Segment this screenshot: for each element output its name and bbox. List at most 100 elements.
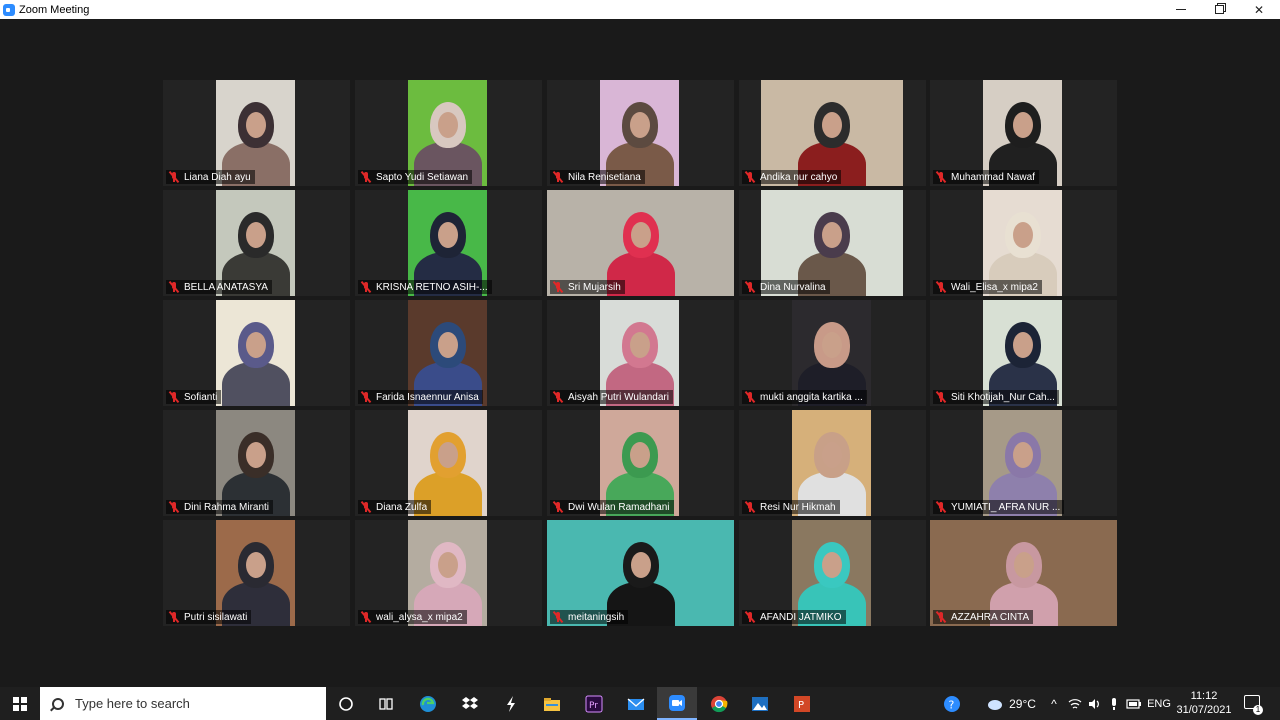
battery-icon	[1126, 698, 1141, 709]
minimize-button[interactable]	[1162, 0, 1200, 19]
participant-tile[interactable]: Sri Mujarsih	[547, 190, 734, 296]
dropbox-button[interactable]	[450, 687, 490, 720]
muted-microphone-icon	[935, 170, 947, 184]
person-face	[1012, 222, 1033, 248]
participant-tile[interactable]: Sapto Yudi Setiawan	[355, 80, 542, 186]
participant-name: Putri sisilawati	[184, 611, 248, 623]
participant-name: Sapto Yudi Setiawan	[376, 171, 469, 183]
participant-name: YUMIATI_ AFRA NUR ...	[951, 501, 1061, 513]
weather-widget[interactable]: 29°C	[982, 687, 1040, 720]
close-button[interactable]: ✕	[1240, 0, 1278, 19]
gallery-view: Liana Diah ayu Sapto Yudi Setiawan Nila Re…	[0, 19, 1280, 687]
chrome-button[interactable]	[699, 687, 739, 720]
participant-name: AFANDI JATMIKO	[760, 611, 842, 623]
person-face	[1012, 332, 1033, 358]
muted-microphone-icon	[168, 390, 180, 404]
microphone-button[interactable]	[1106, 687, 1122, 720]
taskbar-search[interactable]	[40, 687, 326, 720]
person-face	[629, 112, 650, 138]
edge-button[interactable]	[408, 687, 448, 720]
language-indicator[interactable]: ENG	[1146, 687, 1172, 720]
maximize-icon	[1214, 5, 1224, 14]
participant-name-bar: Dini Rahma Miranti	[166, 500, 274, 514]
winamp-icon	[507, 695, 515, 712]
svg-text:P: P	[798, 700, 804, 711]
participant-name: Muhammad Nawaf	[951, 171, 1035, 183]
muted-microphone-icon	[552, 170, 564, 184]
muted-microphone-icon	[744, 390, 756, 404]
muted-microphone-icon	[168, 500, 180, 514]
participant-name: Farida Isnaennur Anisa	[376, 391, 479, 403]
participant-name-bar: KRISNA RETNO ASIH-...	[358, 280, 492, 294]
participant-tile[interactable]: Resi Nur Hikmah	[739, 410, 926, 516]
person-face	[437, 112, 458, 138]
cortana-button[interactable]	[326, 687, 366, 720]
clock[interactable]: 11:12 31/07/2021	[1172, 689, 1236, 717]
participant-tile[interactable]: Siti Khotijah_Nur Cah...	[930, 300, 1117, 406]
participant-tile[interactable]: BELLA ANATASYA	[163, 190, 350, 296]
participant-tile[interactable]: Liana Diah ayu	[163, 80, 350, 186]
participant-name-bar: wali_alysa_x mipa2	[358, 610, 467, 624]
person-face	[822, 222, 842, 248]
window-title: Zoom Meeting	[19, 3, 90, 16]
participant-tile[interactable]: Diana Zulfa	[355, 410, 542, 516]
photos-button[interactable]	[740, 687, 780, 720]
start-button[interactable]	[0, 687, 40, 720]
participant-tile[interactable]: meitaningsih	[547, 520, 734, 626]
network-button[interactable]	[1066, 687, 1084, 720]
participant-tile[interactable]: Nila Renisetiana	[547, 80, 734, 186]
participant-name: wali_alysa_x mipa2	[376, 611, 463, 623]
participant-tile[interactable]: Wali_Elisa_x mipa2	[930, 190, 1117, 296]
clock-time: 11:12	[1190, 690, 1218, 702]
participant-tile[interactable]: Muhammad Nawaf	[930, 80, 1117, 186]
participant-name: Wali_Elisa_x mipa2	[951, 281, 1038, 293]
file-explorer-icon	[544, 697, 560, 711]
svg-text:?: ?	[949, 698, 955, 711]
participant-tile[interactable]: Putri sisilawati	[163, 520, 350, 626]
muted-microphone-icon	[744, 500, 756, 514]
premiere-button[interactable]: Pr	[574, 687, 614, 720]
participant-tile[interactable]: Farida Isnaennur Anisa	[355, 300, 542, 406]
participant-name-bar: Muhammad Nawaf	[933, 170, 1039, 184]
muted-microphone-icon	[935, 280, 947, 294]
participant-name-bar: Diana Zulfa	[358, 500, 432, 514]
participant-tile[interactable]: YUMIATI_ AFRA NUR ...	[930, 410, 1117, 516]
maximize-button[interactable]	[1200, 0, 1238, 19]
file-explorer-button[interactable]	[532, 687, 572, 720]
participant-tile[interactable]: Aisyah Putri Wulandari	[547, 300, 734, 406]
zoom-taskbar-button[interactable]	[657, 687, 697, 720]
participant-name-bar: Nila Renisetiana	[550, 170, 645, 184]
taskbar: Pr P ? 29°C ^ ENG 11:12 31/07/2021	[0, 687, 1280, 720]
participant-tile[interactable]: Dwi Wulan Ramadhani	[547, 410, 734, 516]
participant-name-bar: Aisyah Putri Wulandari	[550, 390, 673, 404]
show-hidden-icons-button[interactable]: ^	[1046, 687, 1062, 720]
participant-tile[interactable]: wali_alysa_x mipa2	[355, 520, 542, 626]
participant-tile[interactable]: Andika nur cahyo	[739, 80, 926, 186]
participant-tile[interactable]: Dina Nurvalina	[739, 190, 926, 296]
person-face	[821, 332, 842, 358]
help-tray-button[interactable]: ?	[940, 687, 964, 720]
winamp-button[interactable]	[491, 687, 531, 720]
muted-microphone-icon	[935, 390, 947, 404]
muted-microphone-icon	[360, 500, 372, 514]
task-view-button[interactable]	[366, 687, 406, 720]
participant-tile[interactable]: mukti anggita kartika ...	[739, 300, 926, 406]
participant-name-bar: Andika nur cahyo	[742, 170, 842, 184]
participant-tile[interactable]: AFANDI JATMIKO	[739, 520, 926, 626]
battery-button[interactable]	[1124, 687, 1144, 720]
powerpoint-button[interactable]: P	[782, 687, 822, 720]
participant-name: Dina Nurvalina	[760, 281, 826, 293]
person-face	[1013, 552, 1034, 578]
mail-button[interactable]	[616, 687, 656, 720]
person-face	[245, 112, 266, 138]
person-face	[1012, 442, 1033, 468]
search-input[interactable]	[75, 696, 305, 711]
participant-tile[interactable]: Dini Rahma Miranti	[163, 410, 350, 516]
participant-tile[interactable]: KRISNA RETNO ASIH-...	[355, 190, 542, 296]
microphone-icon	[1112, 697, 1116, 710]
muted-microphone-icon	[360, 610, 372, 624]
participant-tile[interactable]: Sofianti	[163, 300, 350, 406]
participant-tile[interactable]: AZZAHRA CINTA	[930, 520, 1117, 626]
volume-button[interactable]	[1086, 687, 1104, 720]
participant-name-bar: Sofianti	[166, 390, 222, 404]
